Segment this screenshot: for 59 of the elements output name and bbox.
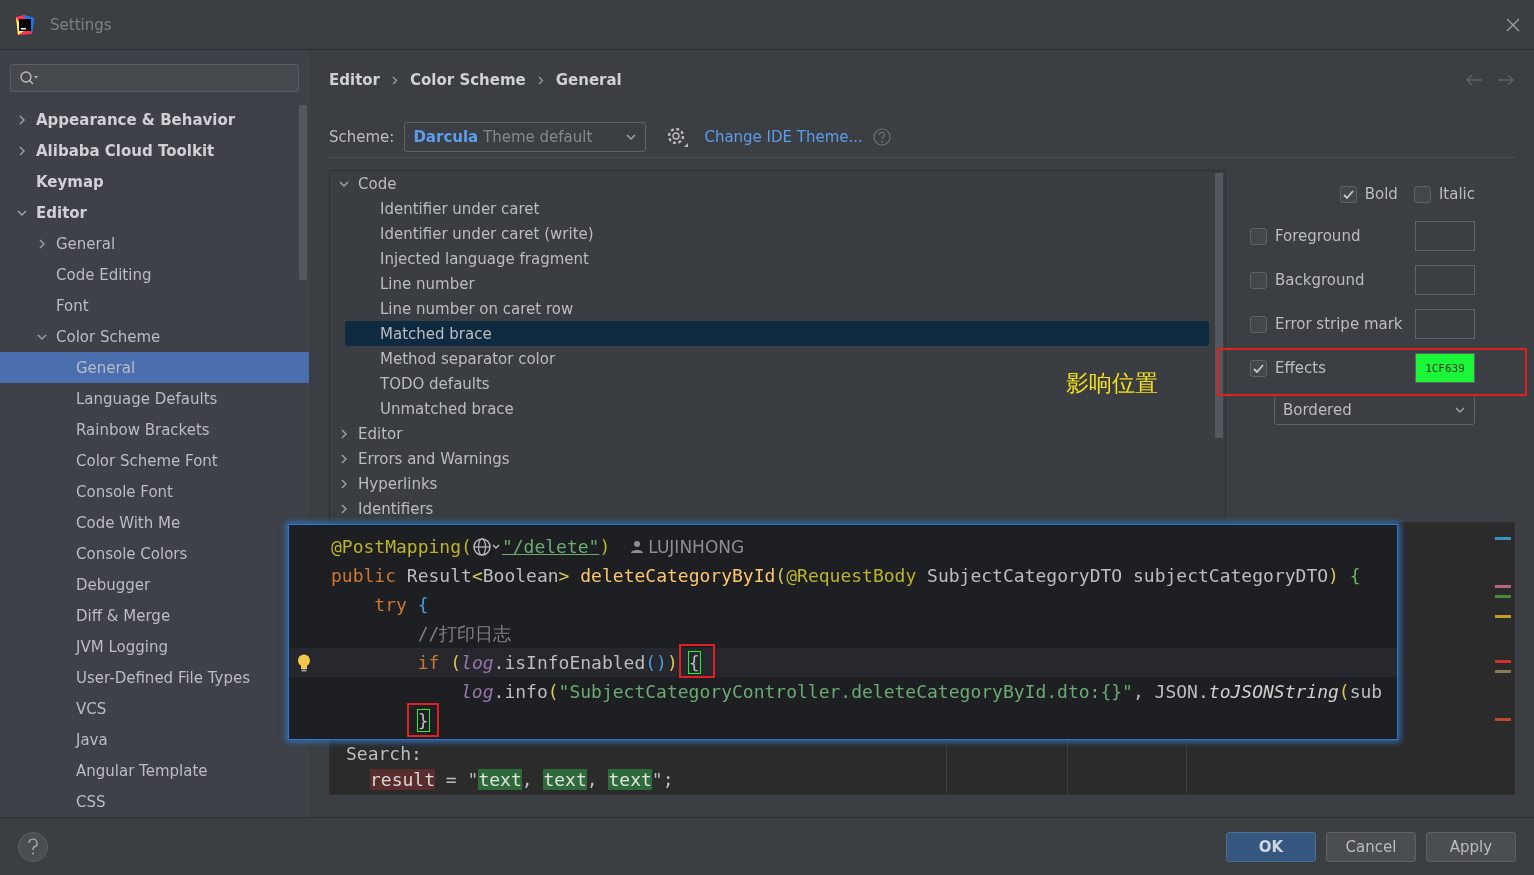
preview-code-line: result = "text, text, text"; xyxy=(369,767,674,792)
color-swatch[interactable]: 1CF639 xyxy=(1415,353,1475,383)
tree-item[interactable]: Identifier under caret xyxy=(330,196,540,221)
code-text: log.info("SubjectCategoryController.deleteCategoryById.dto:{}", JSON.toJSONString(sub xyxy=(461,681,1383,702)
sidebar-item[interactable]: General xyxy=(0,228,309,259)
change-theme-link[interactable]: Change IDE Theme... xyxy=(704,128,863,146)
attribute-checkbox[interactable]: Foreground xyxy=(1250,227,1407,245)
code-text: if (log.isInfoEnabled()) { xyxy=(417,652,700,673)
sidebar-item[interactable]: Alibaba Cloud Toolkit xyxy=(0,135,309,166)
dialog-button[interactable]: Cancel xyxy=(1326,831,1416,862)
sidebar-item[interactable]: Code With Me xyxy=(0,507,309,538)
tree-item[interactable]: Hyperlinks xyxy=(330,471,438,496)
sidebar-item[interactable]: Font xyxy=(0,290,309,321)
sidebar-item[interactable]: Code Editing xyxy=(0,259,309,290)
annotation-note: 影响位置 xyxy=(1066,369,1158,398)
sidebar-item[interactable]: Angular Template xyxy=(0,755,309,786)
attribute-checkbox[interactable]: Background xyxy=(1250,271,1407,289)
attribute-checkbox[interactable]: Effects xyxy=(1250,359,1407,377)
tree-item[interactable]: Unmatched brace xyxy=(330,396,514,421)
dialog-button[interactable]: OK xyxy=(1226,831,1316,862)
code-text: public Result<Boolean> deleteCategoryById(@RequestBody SubjectCategoryDTO subjectCategoryDTO) { xyxy=(331,565,1361,586)
code-text: "/delete") xyxy=(501,536,611,557)
scheme-label: Scheme: xyxy=(329,128,395,146)
tree-item[interactable]: Errors and Warnings xyxy=(330,446,510,471)
window-title: Settings xyxy=(50,15,113,34)
tree-item[interactable]: Method separator color xyxy=(330,346,556,371)
sidebar-item[interactable]: Keymap xyxy=(0,166,309,197)
tree-item[interactable]: Injected language fragment xyxy=(330,246,589,271)
preview-text: Search: xyxy=(346,742,422,764)
code-text: //打印日志 xyxy=(417,621,512,646)
sidebar-item[interactable]: Console Font xyxy=(0,476,309,507)
sidebar-item[interactable]: Appearance & Behavior xyxy=(0,104,309,135)
scheme-dropdown[interactable]: Darcula Theme default xyxy=(404,122,647,152)
tree-item[interactable]: Identifiers xyxy=(330,496,434,521)
sidebar-item[interactable]: CSS xyxy=(0,786,309,817)
tree-item[interactable]: Code xyxy=(330,171,397,196)
code-text: @PostMapping( xyxy=(331,536,472,557)
breadcrumb-item[interactable]: General xyxy=(555,71,622,89)
tree-item[interactable]: Line number xyxy=(330,271,475,296)
code-text: } xyxy=(417,710,429,731)
code-text: try { xyxy=(374,594,429,615)
author-name: LUJINHONG xyxy=(648,536,745,557)
tree-item[interactable]: Editor xyxy=(330,421,403,446)
sidebar-item[interactable]: Color Scheme xyxy=(0,321,309,352)
tree-item[interactable]: Identifier under caret (write) xyxy=(330,221,594,246)
tree-item[interactable]: Matched brace xyxy=(345,321,1209,346)
attribute-checkbox[interactable]: Error stripe mark xyxy=(1250,315,1407,333)
breadcrumb-item[interactable]: Editor xyxy=(329,71,380,89)
tree-item[interactable]: TODO defaults xyxy=(330,371,490,396)
tree-item[interactable]: Line number on caret row xyxy=(330,296,574,321)
style-checkbox[interactable]: Bold xyxy=(1339,185,1398,203)
effect-dropdown[interactable]: Bordered xyxy=(1274,395,1475,425)
sidebar-item[interactable]: Color Scheme Font xyxy=(0,445,309,476)
sidebar-item[interactable]: Rainbow Brackets xyxy=(0,414,309,445)
sidebar-item[interactable]: Editor xyxy=(0,197,309,228)
dialog-button[interactable]: Apply xyxy=(1426,831,1516,862)
breadcrumb-item[interactable]: Color Scheme xyxy=(410,71,526,89)
sidebar-item[interactable]: Language Defaults xyxy=(0,383,309,414)
style-checkbox[interactable]: Italic xyxy=(1413,185,1475,203)
